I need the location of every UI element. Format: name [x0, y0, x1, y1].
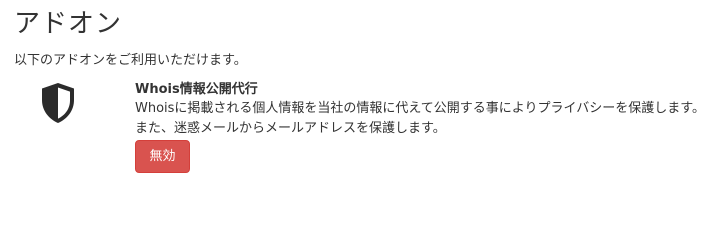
shield-icon	[40, 82, 76, 124]
addon-description: Whoisに掲載される個人情報を当社の情報に代えて公開する事によりプライバシーを…	[135, 101, 705, 136]
disabled-status-button[interactable]: 無効	[135, 140, 190, 173]
addon-name: Whois情報公開代行	[135, 82, 258, 97]
addon-item: Whois情報公開代行 Whoisに掲載される個人情報を当社の情報に代えて公開す…	[0, 78, 723, 188]
page-title: アドオン	[14, 9, 123, 39]
page-intro: 以下のアドオンをご利用いただけます。	[14, 53, 247, 68]
